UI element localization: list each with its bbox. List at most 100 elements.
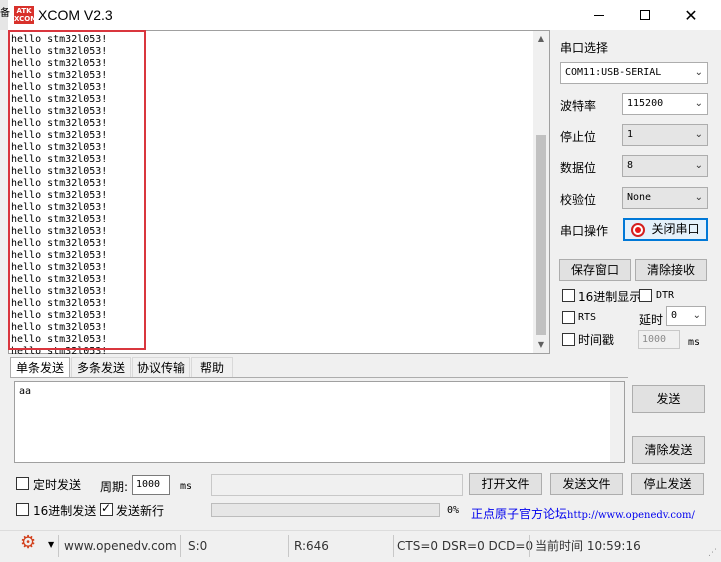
- strip-text: 备: [0, 8, 10, 19]
- data-bits-label: 数据位: [560, 161, 597, 175]
- chevron-down-icon: ⌄: [694, 67, 703, 78]
- dtr-label: DTR: [656, 290, 675, 301]
- clear-send-button[interactable]: 清除发送: [632, 436, 705, 464]
- send-input[interactable]: aa: [14, 381, 625, 463]
- receive-line: hello stm32l053!: [11, 298, 108, 309]
- delay-select[interactable]: 0 ⌄: [666, 306, 706, 326]
- stop-bits-label: 停止位: [560, 130, 597, 144]
- maximize-button[interactable]: [622, 0, 668, 30]
- receive-line: hello stm32l053!: [11, 238, 108, 249]
- data-bits-select[interactable]: 8 ⌄: [622, 155, 708, 177]
- stop-send-button[interactable]: 停止发送: [631, 473, 704, 495]
- close-button[interactable]: ✕: [668, 0, 714, 30]
- port-label: 串口选择: [560, 41, 609, 55]
- delay-value: 0: [671, 310, 678, 321]
- baud-value: 115200: [627, 98, 664, 109]
- period-input[interactable]: 1000: [132, 475, 170, 495]
- progress-percent: 0%: [447, 505, 460, 516]
- status-received-count: R:646: [294, 539, 329, 553]
- port-status-led-icon: [631, 222, 646, 237]
- rts-checkbox[interactable]: [562, 311, 575, 324]
- send-button[interactable]: 发送: [632, 385, 705, 413]
- send-newline-checkbox[interactable]: [100, 501, 113, 516]
- forum-link-text: 正点原子官方论坛: [471, 507, 568, 521]
- timestamp-interval-input[interactable]: 1000: [638, 330, 680, 349]
- receive-line: hello stm32l053!: [11, 154, 108, 165]
- app-logo-icon: ATK XCOM: [14, 6, 38, 24]
- stop-bits-value: 1: [627, 129, 634, 140]
- tab-single-send[interactable]: 单条发送: [10, 357, 70, 377]
- open-file-button[interactable]: 打开文件: [469, 473, 542, 495]
- forum-link-url: http://www.openedv.com/: [567, 510, 695, 521]
- stop-bits-select[interactable]: 1 ⌄: [622, 124, 708, 146]
- xcom-window: 备 ATK XCOM XCOM V2.3 ✕ hello stm32l053! h…: [0, 0, 721, 562]
- send-progress-bar: [211, 503, 440, 517]
- status-separator: [180, 535, 181, 557]
- hex-display-checkbox[interactable]: [562, 289, 575, 302]
- send-file-button[interactable]: 发送文件: [550, 473, 623, 495]
- timestamp-checkbox[interactable]: [562, 333, 575, 346]
- status-lines: CTS=0 DSR=0 DCD=0: [397, 539, 534, 553]
- dropdown-arrow-icon[interactable]: ▼: [48, 540, 54, 549]
- receive-line: hello stm32l053!: [11, 142, 108, 153]
- period-ms-label: ms: [180, 481, 193, 492]
- close-port-button[interactable]: 关闭串口: [623, 218, 708, 241]
- receive-line: hello stm32l053!: [11, 106, 108, 117]
- chevron-down-icon: ⌄: [694, 192, 703, 203]
- timed-send-checkbox[interactable]: [16, 477, 29, 490]
- receive-line: hello stm32l053!: [11, 34, 108, 45]
- receive-line: hello stm32l053!: [11, 82, 108, 93]
- title-bar[interactable]: 备 ATK XCOM XCOM V2.3 ✕: [0, 0, 721, 30]
- tab-protocol[interactable]: 协议传输: [132, 357, 190, 377]
- minimize-icon: [594, 14, 604, 16]
- receive-line: hello stm32l053!: [11, 286, 108, 297]
- port-select[interactable]: COM11:USB-SERIAL ⌄: [560, 62, 708, 84]
- scroll-thumb[interactable]: [536, 135, 546, 335]
- timestamp-ms-label: ms: [688, 337, 701, 348]
- minimize-button[interactable]: [576, 0, 622, 30]
- timestamp-label: 时间戳: [578, 333, 615, 347]
- tab-multi-send[interactable]: 多条发送: [71, 357, 131, 377]
- port-value: COM11:USB-SERIAL: [565, 67, 662, 78]
- receive-line: hello stm32l053!: [11, 130, 108, 141]
- baud-label: 波特率: [560, 99, 597, 113]
- receive-line: hello stm32l053!: [11, 94, 108, 105]
- baud-select[interactable]: 115200 ⌄: [622, 93, 708, 115]
- clear-receive-button[interactable]: 清除接收: [635, 259, 707, 281]
- save-window-button[interactable]: 保存窗口: [559, 259, 631, 281]
- file-path-input[interactable]: [211, 474, 463, 496]
- receive-line: hello stm32l053!: [11, 46, 108, 57]
- status-bar: www.openedv.com S:0 R:646 CTS=0 DSR=0 DC…: [0, 530, 721, 562]
- close-icon: ✕: [684, 5, 698, 25]
- chevron-down-icon: ⌄: [694, 160, 703, 171]
- parity-label: 校验位: [560, 193, 597, 207]
- hex-send-checkbox[interactable]: [16, 503, 29, 516]
- tab-help[interactable]: 帮助: [191, 357, 233, 377]
- receive-area[interactable]: hello stm32l053! hello stm32l053! hello st…: [8, 30, 550, 357]
- timed-send-label: 定时发送: [33, 478, 82, 492]
- window-title: XCOM V2.3: [38, 7, 113, 23]
- gear-icon[interactable]: ⚙: [20, 532, 36, 553]
- scroll-up-icon[interactable]: ▲: [533, 31, 549, 47]
- hex-display-label: 16进制显示: [578, 290, 642, 304]
- receive-line: hello stm32l053!: [11, 58, 108, 69]
- parity-select[interactable]: None ⌄: [622, 187, 708, 209]
- status-website[interactable]: www.openedv.com: [64, 535, 177, 557]
- hex-send-label: 16进制发送: [33, 504, 97, 518]
- parity-value: None: [627, 192, 652, 203]
- status-sent-count: S:0: [188, 539, 208, 553]
- chevron-down-icon: ⌄: [692, 310, 701, 321]
- receive-line: hello stm32l053!: [11, 202, 108, 213]
- send-scrollbar[interactable]: [610, 382, 624, 462]
- port-op-label: 串口操作: [560, 224, 609, 238]
- forum-link[interactable]: 正点原子官方论坛http://www.openedv.com/: [471, 505, 695, 522]
- receive-text: hello stm32l053! hello stm32l053! hello st…: [11, 34, 107, 358]
- send-text: aa: [19, 386, 32, 397]
- data-bits-value: 8: [627, 160, 634, 171]
- scroll-down-icon[interactable]: ▼: [533, 337, 549, 353]
- receive-scrollbar[interactable]: ▲ ▼: [533, 31, 549, 353]
- resize-grip-icon[interactable]: ⋰: [708, 548, 717, 558]
- receive-line: hello stm32l053!: [11, 226, 108, 237]
- dtr-checkbox[interactable]: [639, 289, 652, 302]
- tab-divider: [10, 377, 628, 378]
